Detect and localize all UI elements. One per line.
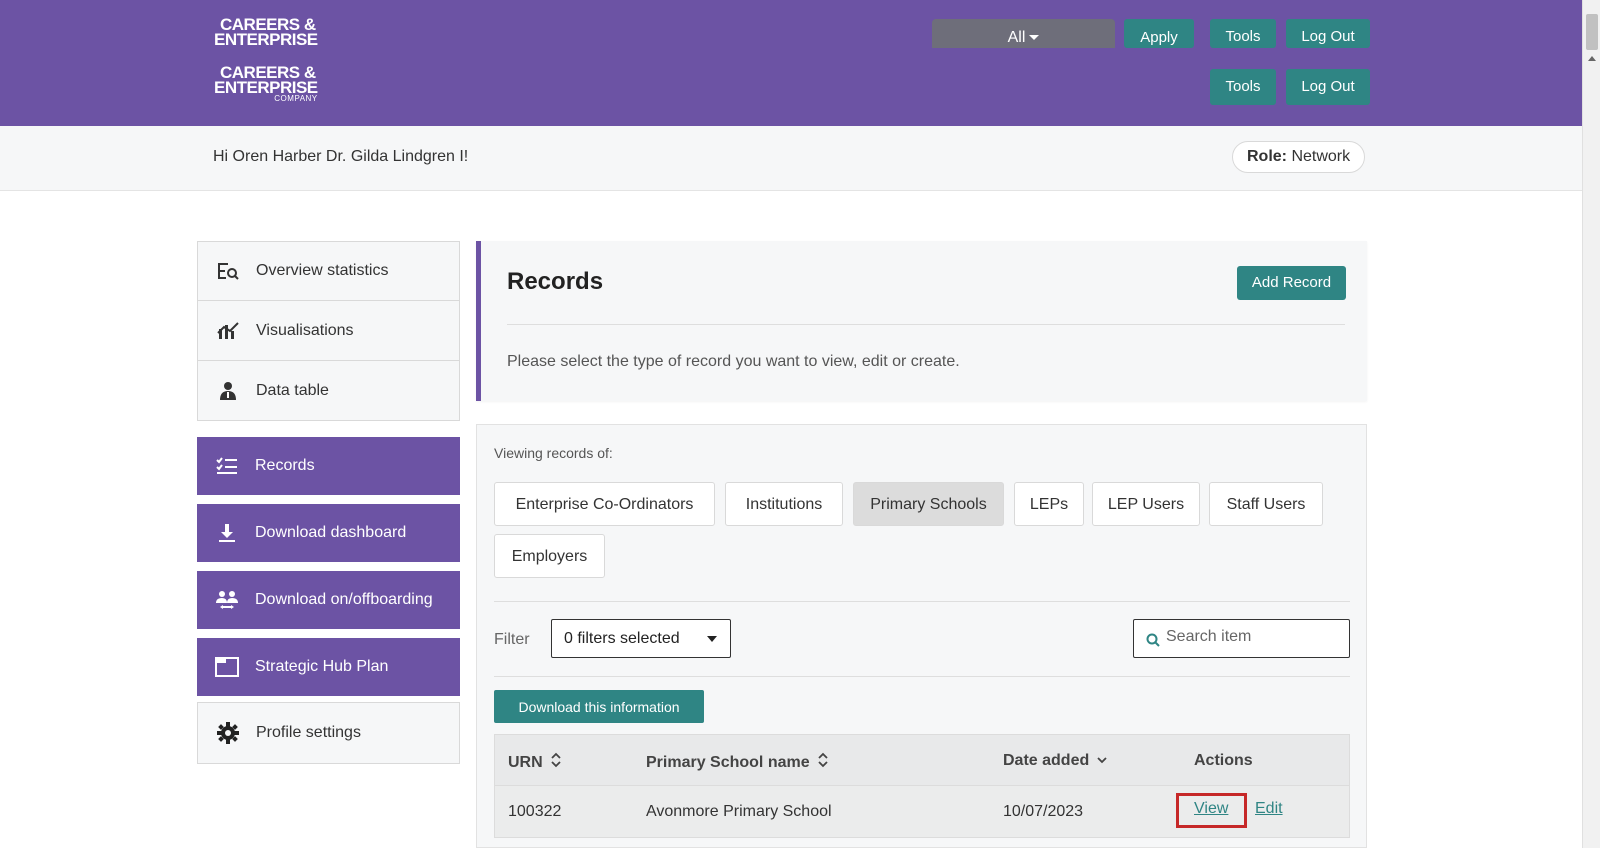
sidebar-item-download-dashboard[interactable]: Download dashboard [197, 504, 460, 562]
checklist-icon [215, 457, 239, 475]
people-icon [215, 590, 239, 610]
company-logo-full[interactable]: CAREERS & ENTERPRISE COMPANY [214, 64, 318, 103]
divider [494, 601, 1350, 602]
chevron-down-icon [1029, 35, 1040, 41]
sort-icon [817, 752, 828, 773]
apply-button[interactable]: Apply [1124, 19, 1194, 48]
overview-stats-icon [216, 261, 240, 281]
role-badge: Role: Network [1232, 141, 1366, 173]
logout-button[interactable]: Log Out [1286, 19, 1370, 48]
viewing-label: Viewing records of: [494, 445, 613, 461]
chip-institutions[interactable]: Institutions [725, 482, 843, 526]
vertical-scrollbar[interactable] [1582, 0, 1600, 848]
filter-dropdown[interactable]: 0 filters selected [551, 619, 731, 658]
sidebar-item-label: Visualisations [256, 321, 354, 339]
divider [507, 324, 1345, 325]
chart-icon [216, 321, 240, 341]
greeting-text: Hi Oren Harber Dr. Gilda Lindgren I! [213, 148, 469, 165]
sidebar-item-profile-settings[interactable]: Profile settings [197, 702, 460, 764]
cell-school-name: Avonmore Primary School [646, 803, 832, 820]
cell-urn: 100322 [508, 803, 562, 820]
download-information-button[interactable]: Download this information [494, 690, 704, 723]
column-header-urn[interactable]: URN [508, 752, 561, 773]
sidebar-item-label: Download on/offboarding [255, 591, 433, 608]
column-header-school-name[interactable]: Primary School name [646, 752, 828, 773]
view-link[interactable]: View [1194, 800, 1228, 818]
top-header: CAREERS & ENTERPRISE CAREERS & ENTERPRIS… [0, 0, 1582, 126]
table-row: 100322 Avonmore Primary School 10/07/202… [494, 786, 1350, 838]
window-icon [215, 657, 239, 677]
table-header: URN Primary School name Date added Actio… [494, 734, 1350, 786]
records-description: Please select the type of record you wan… [507, 353, 960, 370]
records-card: Records Add Record Please select the typ… [476, 241, 1367, 401]
company-logo[interactable]: CAREERS & ENTERPRISE [214, 16, 318, 48]
tools-button[interactable]: Tools [1210, 19, 1276, 48]
sidebar-item-label: Records [255, 457, 315, 474]
column-header-date-added[interactable]: Date added [1003, 752, 1107, 770]
chip-lep-users[interactable]: LEP Users [1092, 482, 1200, 526]
column-header-actions: Actions [1194, 752, 1253, 769]
scrollbar-thumb[interactable] [1586, 14, 1598, 50]
search-icon [1146, 633, 1160, 652]
chip-staff-users[interactable]: Staff Users [1209, 482, 1323, 526]
chip-leps[interactable]: LEPs [1014, 482, 1084, 526]
sort-icon [551, 752, 561, 773]
sidebar-item-label: Download dashboard [255, 524, 407, 541]
scope-dropdown[interactable]: All [932, 19, 1115, 48]
caret-down-icon [707, 636, 717, 642]
logout-button-secondary[interactable]: Log Out [1286, 69, 1370, 105]
chevron-down-icon [1097, 752, 1107, 770]
sidebar-item-visualisations[interactable]: Visualisations [197, 301, 460, 361]
records-panel: Viewing records of: Enterprise Co-Ordina… [476, 424, 1367, 848]
divider [494, 676, 1350, 677]
sidebar-item-overview-statistics[interactable]: Overview statistics [197, 241, 460, 301]
filter-label: Filter [494, 631, 530, 648]
sidebar-item-download-onoffboarding[interactable]: Download on/offboarding [197, 571, 460, 629]
person-icon [216, 381, 240, 401]
page-title: Records [507, 268, 604, 295]
download-icon [215, 523, 239, 543]
sidebar-item-label: Strategic Hub Plan [255, 658, 389, 675]
chip-primary-schools[interactable]: Primary Schools [853, 482, 1004, 526]
sidebar-stats-group: Overview statistics Visualisations Data … [197, 241, 460, 421]
chip-employers[interactable]: Employers [494, 534, 605, 578]
sidebar-item-data-table[interactable]: Data table [197, 361, 460, 421]
add-record-button[interactable]: Add Record [1237, 266, 1346, 300]
search-box[interactable] [1133, 619, 1350, 658]
gear-icon [216, 722, 240, 744]
sidebar-item-records[interactable]: Records [197, 437, 460, 495]
search-input[interactable] [1166, 628, 1336, 646]
sidebar-item-strategic-hub-plan[interactable]: Strategic Hub Plan [197, 638, 460, 696]
sidebar-item-label: Data table [256, 381, 329, 399]
cell-date-added: 10/07/2023 [1003, 803, 1084, 820]
sidebar-item-label: Profile settings [256, 724, 361, 741]
greeting-bar: Hi Oren Harber Dr. Gilda Lindgren I! Rol… [0, 126, 1582, 191]
tools-button-secondary[interactable]: Tools [1210, 69, 1276, 105]
sidebar-item-label: Overview statistics [256, 262, 389, 279]
edit-link[interactable]: Edit [1255, 800, 1283, 818]
scroll-up-icon[interactable] [1588, 56, 1596, 61]
chip-enterprise-coordinators[interactable]: Enterprise Co-Ordinators [494, 482, 715, 526]
